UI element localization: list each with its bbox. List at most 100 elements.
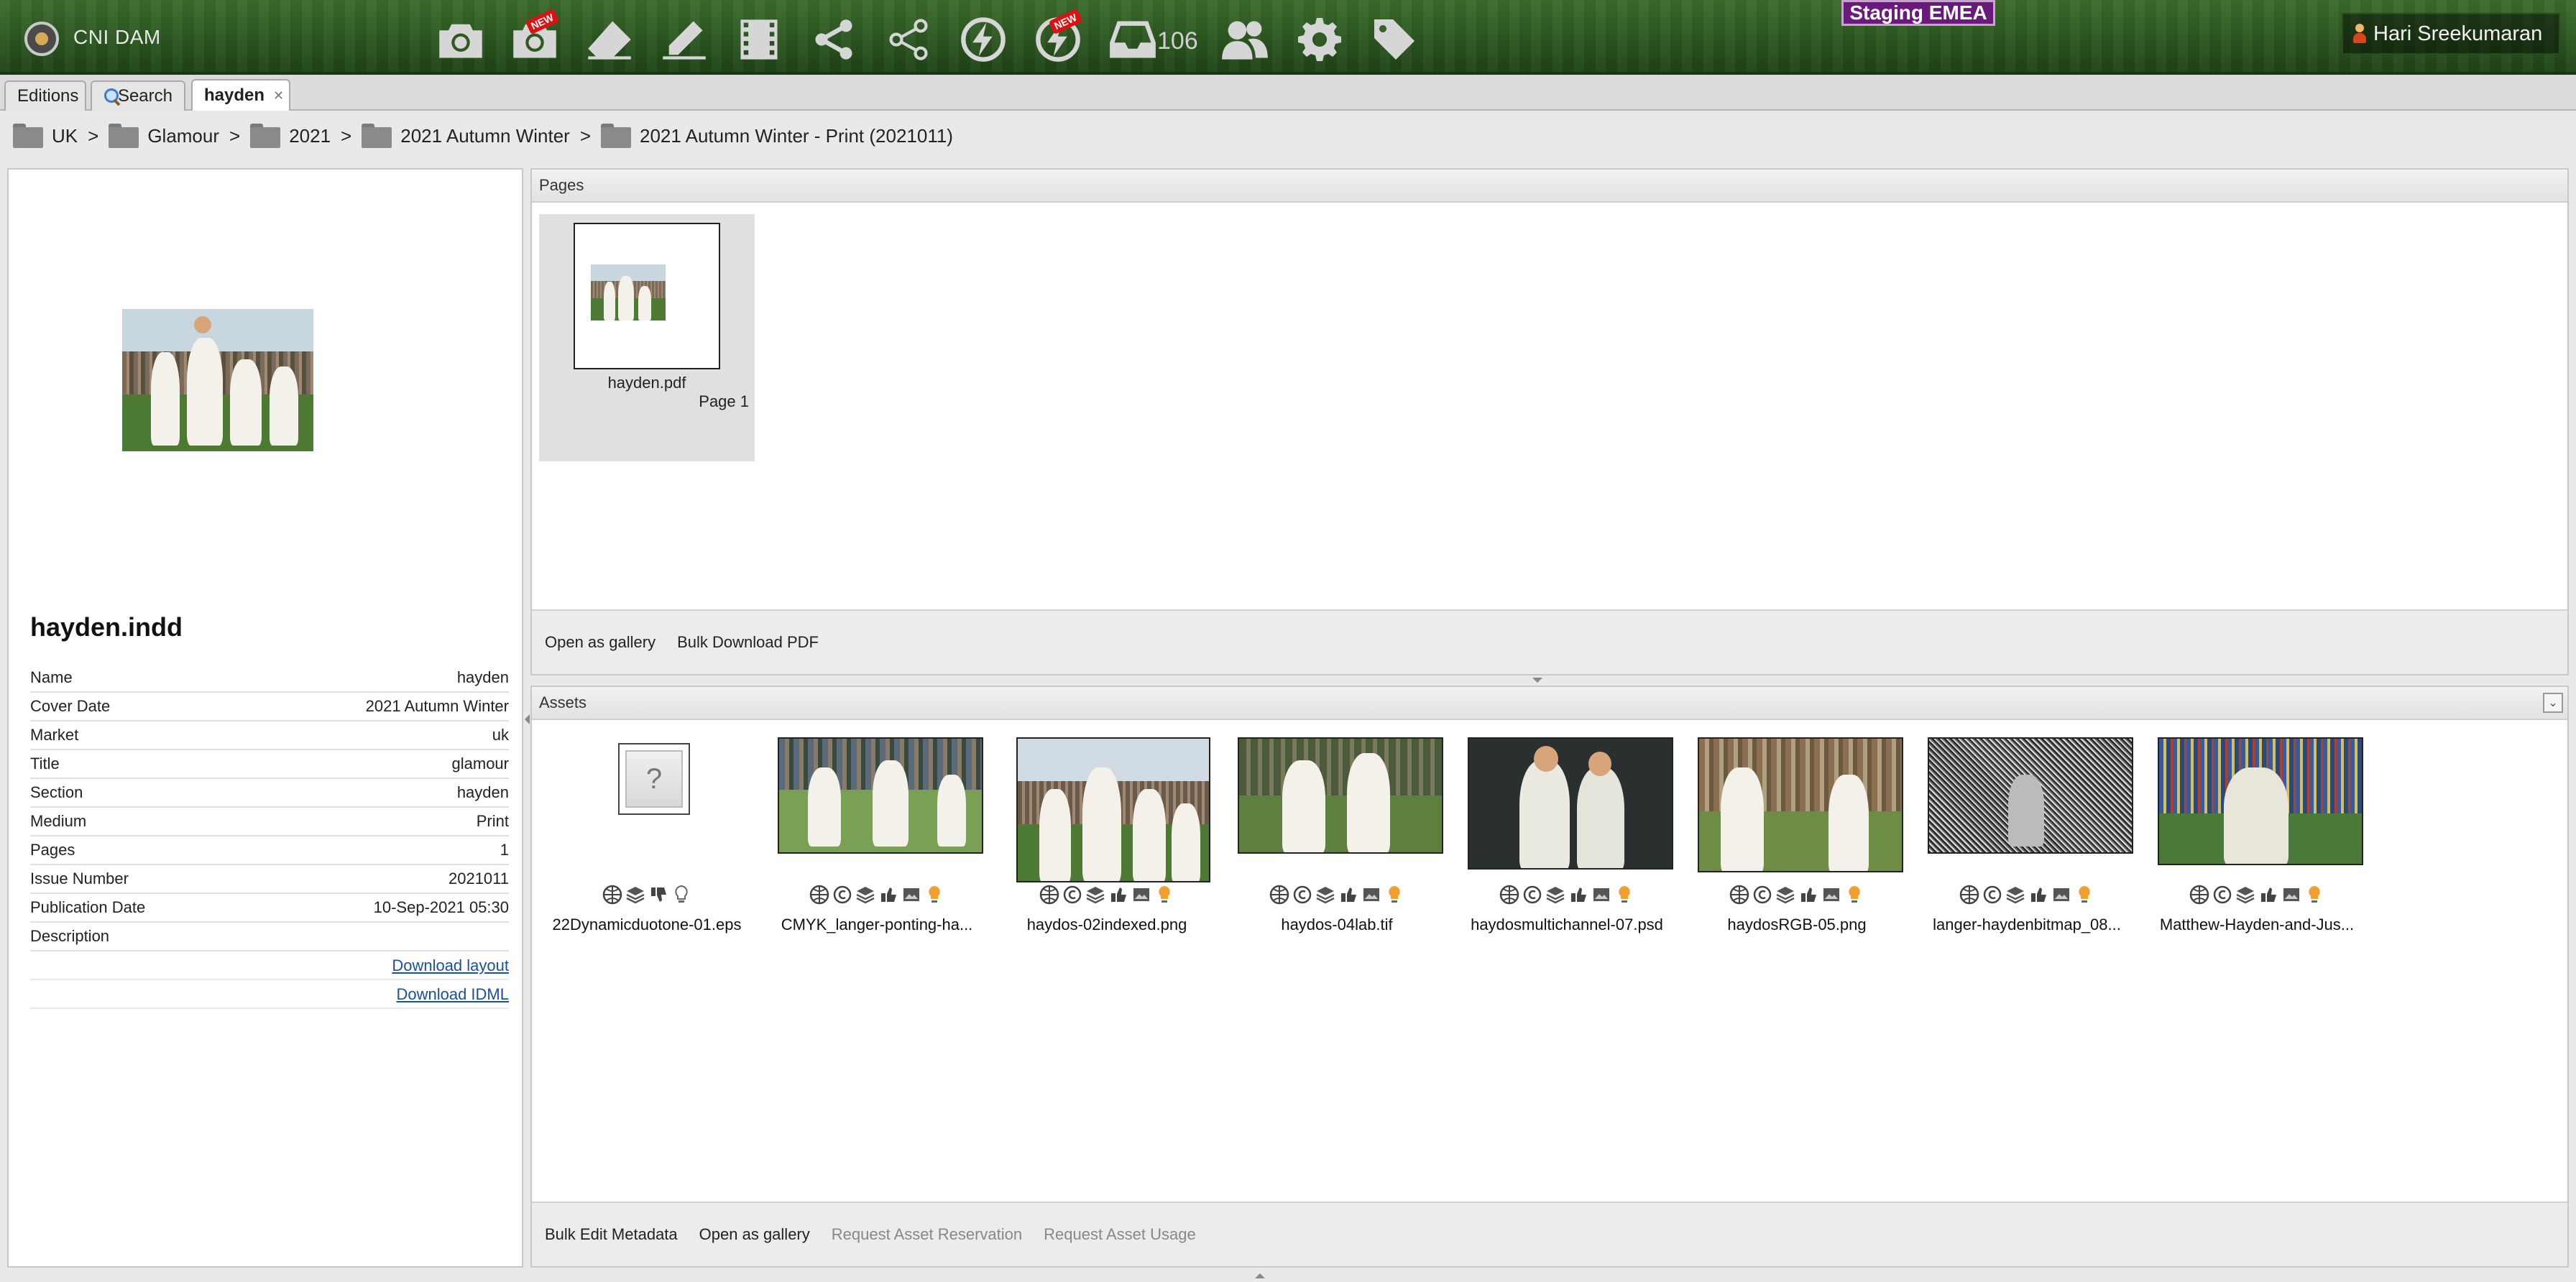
asset-card[interactable]: haydosmultichannel-07.psd (1459, 737, 1675, 946)
breadcrumb-item-print[interactable]: 2021 Autumn Winter - Print (2021011) (601, 124, 953, 148)
share-icon[interactable] (808, 14, 860, 65)
request-asset-reservation-button[interactable]: Request Asset Reservation (832, 1225, 1022, 1244)
asset-name: 22Dynamicduotone-01.eps (552, 916, 742, 933)
metadata-key: Medium (30, 812, 87, 830)
asset-name: haydos-04lab.tif (1281, 916, 1393, 933)
metadata-key: Publication Date (30, 898, 146, 916)
thumbs-up-icon (1338, 884, 1359, 905)
layers-icon (1775, 884, 1796, 905)
breadcrumb-item-2021[interactable]: 2021 (250, 124, 331, 148)
assets-panel-header: Assets ⌄ (532, 687, 2567, 720)
tab-hayden[interactable]: hayden ✕ (191, 79, 290, 111)
globe-icon (1959, 884, 1980, 905)
download-idml-link[interactable]: Download IDML (30, 980, 509, 1009)
breadcrumb-separator: > (88, 124, 99, 147)
metadata-row: Issue Number 2021011 (30, 865, 509, 894)
breadcrumb-separator: > (229, 124, 241, 147)
camera-new-icon[interactable]: NEW (509, 8, 561, 65)
asset-card[interactable]: Matthew-Hayden-and-Jus... (2149, 737, 2365, 946)
camera-icon[interactable] (435, 14, 487, 65)
breadcrumb-label: Glamour (147, 124, 220, 147)
asset-card[interactable]: haydosRGB-05.png (1689, 737, 1905, 946)
asset-card[interactable]: CMYK_langer-ponting-ha... (769, 737, 985, 946)
metadata-key: Issue Number (30, 870, 129, 887)
metadata-key: Market (30, 726, 79, 744)
asset-thumbnail (1928, 737, 2133, 854)
asset-name: haydos-02indexed.png (1026, 916, 1187, 933)
gear-icon[interactable] (1294, 14, 1346, 65)
horizontal-splitter[interactable] (530, 675, 2569, 686)
lightbulb-icon (2074, 884, 2095, 905)
metadata-key: Title (30, 755, 60, 773)
breadcrumb-item-glamour[interactable]: Glamour (109, 124, 219, 148)
asset-card[interactable]: haydos-02indexed.png (999, 737, 1215, 946)
lightbulb-icon (671, 884, 692, 905)
metadata-value: uk (492, 726, 509, 744)
bulk-download-pdf-button[interactable]: Bulk Download PDF (677, 633, 819, 652)
page-file-name: hayden.pdf (607, 374, 686, 392)
copyright-icon (832, 884, 853, 905)
layout-preview-image[interactable] (122, 309, 313, 451)
metadata-row: Pages 1 (30, 836, 509, 865)
asset-status-icons (1919, 884, 2135, 905)
breadcrumb-item-autumn-winter[interactable]: 2021 Autumn Winter (362, 124, 570, 148)
page-thumbnail-card[interactable]: hayden.pdf Page 1 (539, 214, 755, 461)
lightning-icon[interactable] (957, 14, 1009, 65)
asset-status-icons (1229, 884, 1445, 905)
cni-logo-icon[interactable] (24, 22, 59, 56)
breadcrumb-label: 2021 Autumn Winter - Print (2021011) (640, 124, 953, 147)
pages-panel-header: Pages (532, 170, 2567, 203)
breadcrumb-label: UK (52, 124, 78, 147)
assets-panel-footer: Bulk Edit Metadata Open as gallery Reque… (532, 1202, 2567, 1266)
metadata-row: Medium Print (30, 808, 509, 836)
bottom-splitter-handle[interactable] (1255, 1273, 1265, 1278)
tab-editions[interactable]: Editions (4, 80, 86, 111)
tab-search[interactable]: Search (91, 80, 185, 111)
breadcrumb-item-uk[interactable]: UK (13, 124, 78, 148)
folder-icon (601, 124, 631, 148)
metadata-value: glamour (451, 755, 509, 773)
layers-icon (2005, 884, 2026, 905)
metadata-value: hayden (456, 783, 509, 801)
collapse-chevron-icon[interactable]: ⌄ (2543, 693, 2563, 713)
film-icon[interactable] (733, 14, 785, 65)
folder-icon (362, 124, 392, 148)
asset-card[interactable]: haydos-04lab.tif (1229, 737, 1445, 946)
images-icon (1591, 884, 1612, 905)
vertical-splitter[interactable] (523, 168, 530, 1268)
copyright-icon (1522, 884, 1543, 905)
eraser-icon[interactable] (584, 14, 635, 65)
globe-icon (2189, 884, 2210, 905)
assets-panel: Assets ⌄ ? 22Dynamicduotone-01.eps CMYK_… (530, 686, 2569, 1268)
globe-icon (1269, 884, 1290, 905)
inbox-count: 106 (1157, 27, 1198, 55)
request-asset-usage-button[interactable]: Request Asset Usage (1044, 1225, 1196, 1244)
users-icon[interactable] (1219, 14, 1271, 65)
lightbulb-icon (2304, 884, 2325, 905)
metadata-row: Description (30, 923, 509, 951)
download-layout-link[interactable]: Download layout (30, 951, 509, 980)
close-icon[interactable]: ✕ (273, 88, 284, 103)
images-icon (1131, 884, 1152, 905)
asset-thumbnail (1238, 737, 1443, 854)
open-as-gallery-button[interactable]: Open as gallery (545, 633, 656, 652)
lightning-new-icon[interactable]: NEW (1032, 8, 1084, 65)
share-outline-icon[interactable] (883, 14, 934, 65)
bulk-edit-metadata-button[interactable]: Bulk Edit Metadata (545, 1225, 678, 1244)
tab-label: hayden (204, 86, 265, 105)
asset-thumbnail (1468, 737, 1673, 870)
tag-icon[interactable] (1368, 14, 1420, 65)
asset-thumbnail (778, 737, 983, 854)
user-menu[interactable]: Hari Sreekumaran (2342, 13, 2560, 55)
asset-card[interactable]: ? 22Dynamicduotone-01.eps (539, 737, 755, 946)
layers-icon (2235, 884, 2256, 905)
open-as-gallery-button[interactable]: Open as gallery (699, 1225, 810, 1244)
folder-icon (13, 124, 43, 148)
page-number: Page 1 (699, 392, 749, 410)
thumbs-up-icon (2258, 884, 2279, 905)
inbox-icon[interactable] (1107, 14, 1159, 65)
asset-name: haydosmultichannel-07.psd (1471, 916, 1663, 933)
pencil-icon[interactable] (658, 14, 710, 65)
copyright-icon (1752, 884, 1773, 905)
asset-card[interactable]: langer-haydenbitmap_08... (1919, 737, 2135, 946)
